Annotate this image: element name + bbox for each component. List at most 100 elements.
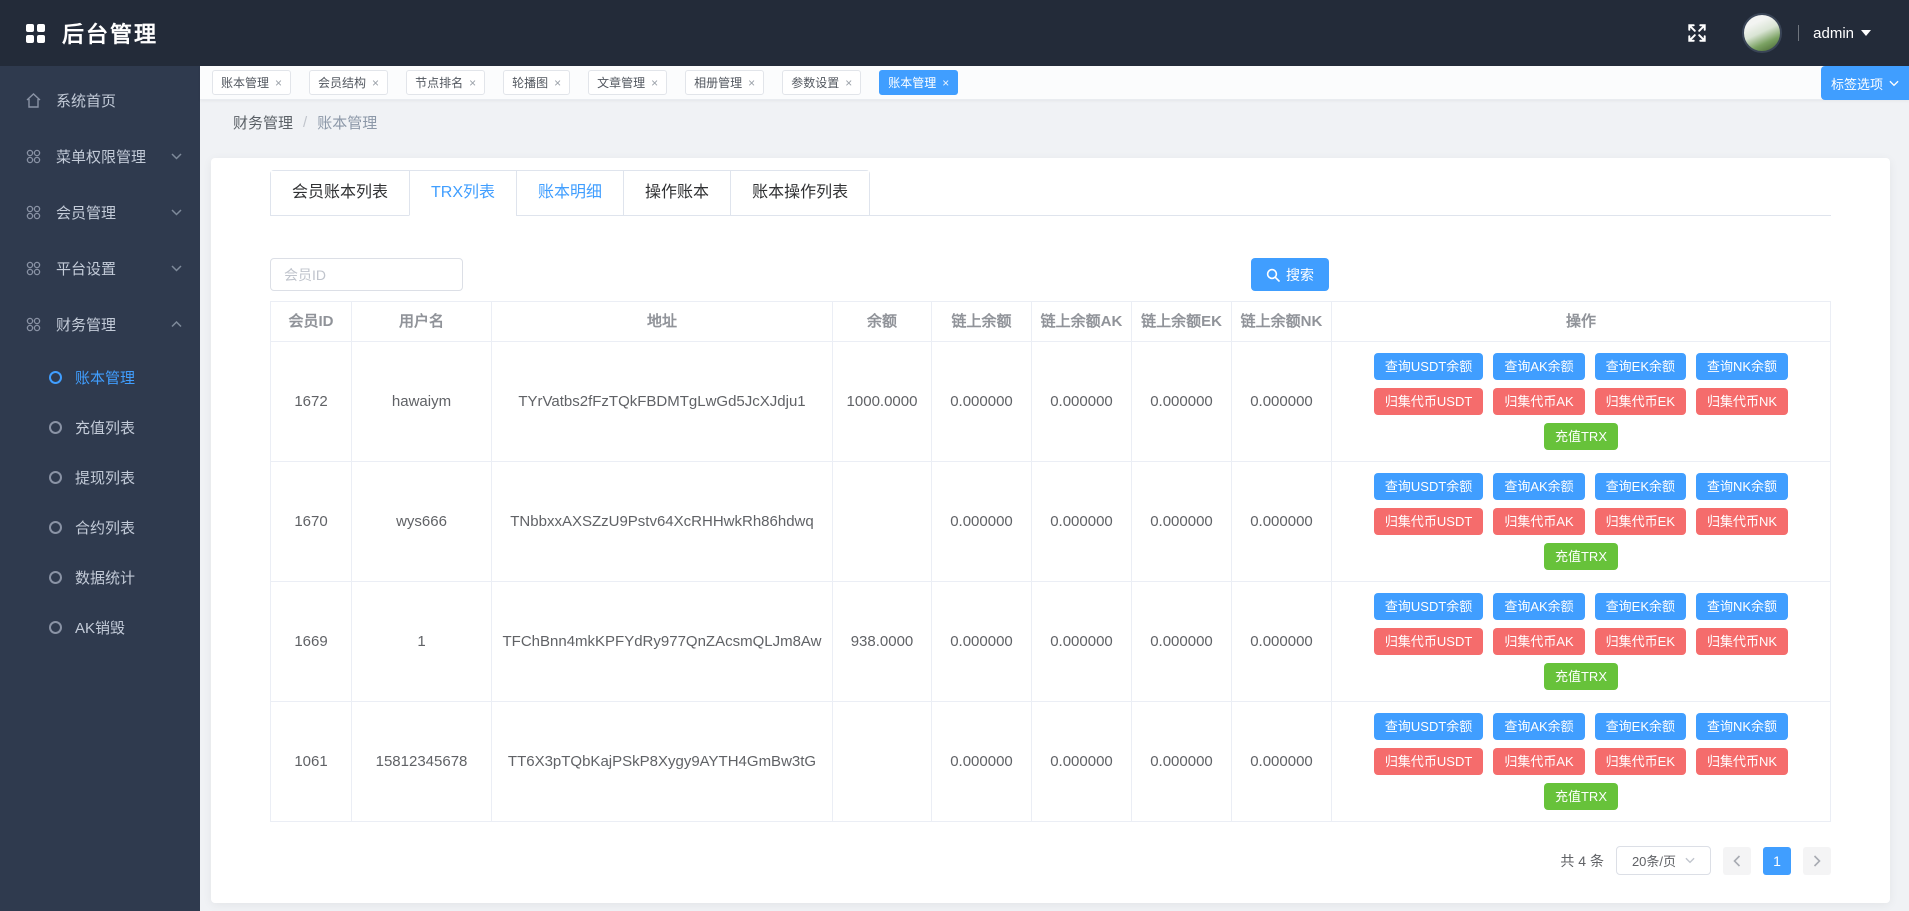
- sidebar-subitem-recharge[interactable]: 充值列表: [0, 402, 200, 452]
- query-ak-balance-button[interactable]: 查询AK余额: [1493, 593, 1584, 620]
- tag-options-button[interactable]: 标签选项: [1821, 66, 1909, 100]
- collect-ek-button[interactable]: 归集代币EK: [1595, 628, 1686, 655]
- collect-ak-button[interactable]: 归集代币AK: [1493, 628, 1584, 655]
- collect-usdt-button[interactable]: 归集代币USDT: [1374, 628, 1483, 655]
- next-page-button[interactable]: [1803, 847, 1831, 875]
- breadcrumb-finance[interactable]: 财务管理: [233, 112, 293, 133]
- query-ak-balance-button[interactable]: 查询AK余额: [1493, 713, 1584, 740]
- close-icon[interactable]: ×: [469, 76, 476, 90]
- member-id-cell: 1061: [271, 702, 352, 822]
- collect-nk-button[interactable]: 归集代币NK: [1696, 388, 1788, 415]
- avatar[interactable]: [1742, 13, 1782, 53]
- tab-trx-list[interactable]: TRX列表: [409, 171, 516, 216]
- circle-icon: [49, 471, 62, 484]
- username-cell: wys666: [352, 462, 492, 582]
- query-usdt-balance-button[interactable]: 查询USDT余额: [1374, 713, 1483, 740]
- fullscreen-icon[interactable]: [1686, 22, 1708, 44]
- tab-member-ledger-list[interactable]: 会员账本列表: [271, 171, 409, 216]
- page-number-button[interactable]: 1: [1763, 847, 1791, 875]
- page-size-select[interactable]: 20条/页: [1616, 846, 1711, 875]
- member-id-cell: 1669: [271, 582, 352, 702]
- close-icon[interactable]: ×: [748, 76, 755, 90]
- collect-ek-button[interactable]: 归集代币EK: [1595, 748, 1686, 775]
- user-menu[interactable]: admin: [1813, 25, 1871, 42]
- query-ek-balance-button[interactable]: 查询EK余额: [1595, 713, 1686, 740]
- recharge-trx-button[interactable]: 充值TRX: [1544, 663, 1618, 690]
- sidebar-item-menu-permission[interactable]: 菜单权限管理: [0, 128, 200, 184]
- sidebar-item-home[interactable]: 系统首页: [0, 72, 200, 128]
- tag-chip[interactable]: 文章管理×: [588, 70, 667, 95]
- tag-chip[interactable]: 相册管理×: [685, 70, 764, 95]
- collect-ek-button[interactable]: 归集代币EK: [1595, 388, 1686, 415]
- chain-nk-cell: 0.000000: [1232, 462, 1332, 582]
- query-usdt-balance-button[interactable]: 查询USDT余额: [1374, 593, 1483, 620]
- collect-usdt-button[interactable]: 归集代币USDT: [1374, 508, 1483, 535]
- collect-ek-button[interactable]: 归集代币EK: [1595, 508, 1686, 535]
- tag-chip[interactable]: 节点排名×: [406, 70, 485, 95]
- header-divider: [1798, 25, 1799, 41]
- circle-icon: [49, 621, 62, 634]
- tab-ledger-operation-list[interactable]: 账本操作列表: [730, 171, 869, 216]
- chevron-down-icon: [171, 265, 182, 272]
- search-button[interactable]: 搜索: [1251, 258, 1329, 291]
- chevron-right-icon: [1813, 855, 1821, 867]
- chevron-down-icon: [171, 153, 182, 160]
- collect-nk-button[interactable]: 归集代币NK: [1696, 748, 1788, 775]
- close-icon[interactable]: ×: [942, 76, 949, 90]
- main-content: 财务管理 / 账本管理 会员账本列表 TRX列表 账本明细 操作账本 账本操作列…: [200, 100, 1909, 911]
- sidebar-item-finance[interactable]: 财务管理: [0, 296, 200, 352]
- tag-chip-active[interactable]: 账本管理×: [879, 70, 958, 95]
- sidebar-subitem-ak-destroy[interactable]: AK销毁: [0, 602, 200, 652]
- member-id-input[interactable]: [270, 258, 463, 291]
- collect-ak-button[interactable]: 归集代币AK: [1493, 748, 1584, 775]
- content-card: 会员账本列表 TRX列表 账本明细 操作账本 账本操作列表 搜索 会员ID 用户…: [211, 158, 1890, 903]
- collect-nk-button[interactable]: 归集代币NK: [1696, 508, 1788, 535]
- caret-down-icon: [1861, 30, 1871, 37]
- address-cell: TYrVatbs2fFzTQkFBDMTgLwGd5JcXJdju1: [492, 342, 833, 462]
- close-icon[interactable]: ×: [554, 76, 561, 90]
- tab-ledger-detail[interactable]: 账本明细: [516, 171, 623, 216]
- tag-chip[interactable]: 账本管理×: [212, 70, 291, 95]
- query-ek-balance-button[interactable]: 查询EK余额: [1595, 593, 1686, 620]
- app-title: 后台管理: [62, 17, 158, 49]
- chevron-left-icon: [1733, 855, 1741, 867]
- collect-usdt-button[interactable]: 归集代币USDT: [1374, 388, 1483, 415]
- query-ek-balance-button[interactable]: 查询EK余额: [1595, 353, 1686, 380]
- prev-page-button[interactable]: [1723, 847, 1751, 875]
- tab-operate-ledger[interactable]: 操作账本: [623, 171, 730, 216]
- query-nk-balance-button[interactable]: 查询NK余额: [1696, 713, 1788, 740]
- close-icon[interactable]: ×: [651, 76, 658, 90]
- collect-usdt-button[interactable]: 归集代币USDT: [1374, 748, 1483, 775]
- collect-nk-button[interactable]: 归集代币NK: [1696, 628, 1788, 655]
- query-usdt-balance-button[interactable]: 查询USDT余额: [1374, 473, 1483, 500]
- recharge-trx-button[interactable]: 充值TRX: [1544, 783, 1618, 810]
- query-nk-balance-button[interactable]: 查询NK余额: [1696, 593, 1788, 620]
- query-ak-balance-button[interactable]: 查询AK余额: [1493, 473, 1584, 500]
- tag-chip[interactable]: 会员结构×: [309, 70, 388, 95]
- sidebar-item-member[interactable]: 会员管理: [0, 184, 200, 240]
- table-row: 1670 wys666 TNbbxxAXSZzU9Pstv64XcRHHwkRh…: [271, 462, 1830, 582]
- query-nk-balance-button[interactable]: 查询NK余额: [1696, 473, 1788, 500]
- sidebar-item-platform[interactable]: 平台设置: [0, 240, 200, 296]
- recharge-trx-button[interactable]: 充值TRX: [1544, 543, 1618, 570]
- close-icon[interactable]: ×: [845, 76, 852, 90]
- collect-ak-button[interactable]: 归集代币AK: [1493, 388, 1584, 415]
- sidebar-subitem-stats[interactable]: 数据统计: [0, 552, 200, 602]
- tag-chip[interactable]: 轮播图×: [503, 70, 570, 95]
- member-id-cell: 1670: [271, 462, 352, 582]
- query-ek-balance-button[interactable]: 查询EK余额: [1595, 473, 1686, 500]
- sidebar-subitem-ledger[interactable]: 账本管理: [0, 352, 200, 402]
- chain-balance-cell: 0.000000: [932, 582, 1032, 702]
- query-ak-balance-button[interactable]: 查询AK余额: [1493, 353, 1584, 380]
- recharge-trx-button[interactable]: 充值TRX: [1544, 423, 1618, 450]
- collect-ak-button[interactable]: 归集代币AK: [1493, 508, 1584, 535]
- tag-chip[interactable]: 参数设置×: [782, 70, 861, 95]
- close-icon[interactable]: ×: [275, 76, 282, 90]
- query-usdt-balance-button[interactable]: 查询USDT余额: [1374, 353, 1483, 380]
- sidebar-subitem-withdraw[interactable]: 提现列表: [0, 452, 200, 502]
- chevron-down-icon: [1685, 857, 1695, 864]
- close-icon[interactable]: ×: [372, 76, 379, 90]
- sidebar-subitem-contract[interactable]: 合约列表: [0, 502, 200, 552]
- query-nk-balance-button[interactable]: 查询NK余额: [1696, 353, 1788, 380]
- app-header: 后台管理 admin: [0, 0, 1909, 66]
